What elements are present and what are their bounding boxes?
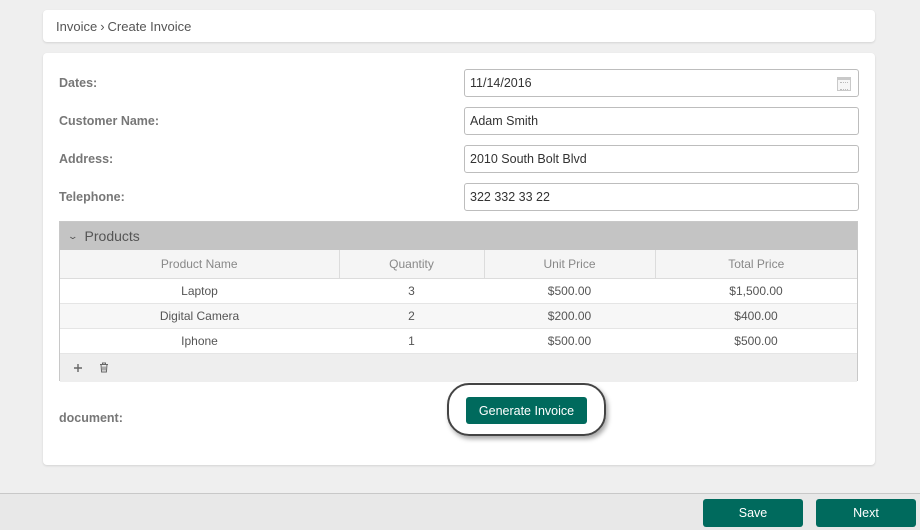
cell-product-name: Digital Camera [60,303,339,329]
table-header-row: Product Name Quantity Unit Price Total P… [60,250,857,279]
generate-invoice-button[interactable]: Generate Invoice [466,397,587,424]
cell-quantity: 3 [339,278,484,304]
column-header-quantity[interactable]: Quantity [339,250,485,279]
cell-quantity: 2 [339,303,484,329]
cell-total-price: $1,500.00 [655,278,857,304]
breadcrumb-parent[interactable]: Invoice [56,19,97,34]
telephone-label: Telephone: [59,190,125,204]
address-label: Address: [59,152,114,166]
trash-icon[interactable] [96,360,112,376]
breadcrumb-current: Create Invoice [107,19,192,34]
products-title: Products [84,228,140,244]
cell-unit-price: $500.00 [484,328,655,354]
cell-unit-price: $500.00 [484,278,655,304]
address-field[interactable] [464,145,859,173]
dates-field[interactable] [464,69,859,97]
products-grid: ⌄ Products Product Name Quantity Unit Pr… [59,221,858,382]
cell-total-price: $400.00 [655,303,857,329]
column-header-product-name[interactable]: Product Name [60,250,340,279]
invoice-form: Dates: Customer Name: Address: Telephone… [43,53,875,465]
table-row[interactable]: Digital Camera 2 $200.00 $400.00 [60,303,857,329]
products-header[interactable]: ⌄ Products [60,222,857,250]
column-header-total-price[interactable]: Total Price [655,250,857,279]
cell-product-name: Iphone [60,328,339,354]
plus-icon[interactable] [70,360,86,376]
next-button[interactable]: Next [816,499,916,527]
action-bar: Save Next [0,493,920,530]
cell-unit-price: $200.00 [484,303,655,329]
grid-toolbar [60,353,857,382]
calendar-icon[interactable] [837,77,851,91]
cell-quantity: 1 [339,328,484,354]
column-header-unit-price[interactable]: Unit Price [484,250,656,279]
dates-label: Dates: [59,76,98,90]
generate-invoice-highlight: Generate Invoice [447,383,606,436]
table-row[interactable]: Laptop 3 $500.00 $1,500.00 [60,278,857,304]
table-row[interactable]: Iphone 1 $500.00 $500.00 [60,328,857,354]
chevron-down-icon[interactable]: ⌄ [67,231,78,242]
cell-total-price: $500.00 [655,328,857,354]
products-table: Product Name Quantity Unit Price Total P… [60,250,857,354]
telephone-field[interactable] [464,183,859,211]
breadcrumb-separator: › [100,19,105,34]
customer-name-label: Customer Name: [59,114,160,128]
breadcrumb: Invoice › Create Invoice [43,10,875,42]
save-button[interactable]: Save [703,499,803,527]
customer-name-field[interactable] [464,107,859,135]
document-label: document: [59,411,123,425]
cell-product-name: Laptop [60,278,339,304]
